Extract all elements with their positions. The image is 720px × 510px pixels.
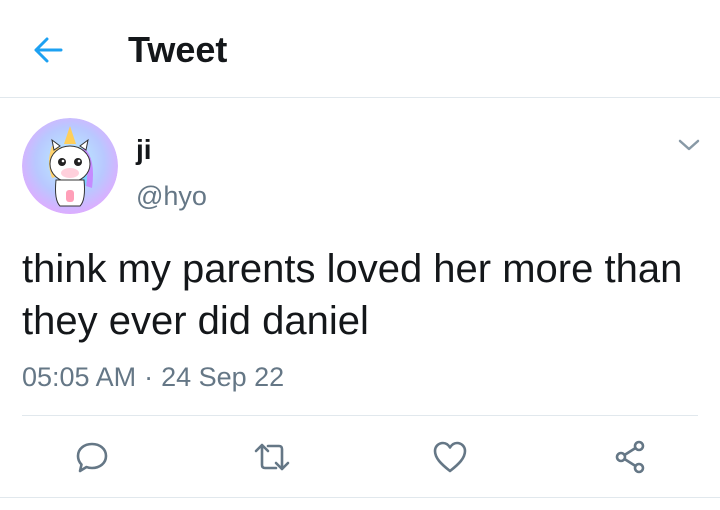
tweet-detail: ji @hyo think my parents loved her more … xyxy=(0,99,720,510)
arrow-left-icon xyxy=(34,37,63,63)
chevron-down-icon xyxy=(678,139,700,151)
meta-separator: · xyxy=(144,362,154,392)
tweet-actions xyxy=(0,433,720,481)
page-title: Tweet xyxy=(128,29,228,70)
tweet-text: think my parents loved her more than the… xyxy=(22,247,683,343)
avatar[interactable] xyxy=(22,118,118,214)
like-button[interactable] xyxy=(426,433,474,481)
retweet-icon xyxy=(254,443,290,471)
tweet-date: 24 Sep 22 xyxy=(161,362,285,392)
tweet-time: 05:05 AM xyxy=(22,362,137,392)
reply-icon xyxy=(76,442,108,473)
reply-button[interactable] xyxy=(68,433,116,481)
share-icon xyxy=(615,440,645,474)
author-handle[interactable]: @hyo xyxy=(136,181,207,211)
tweet-timestamp: 05:05 AM · 24 Sep 22 xyxy=(22,361,284,393)
unicorn-avatar-image xyxy=(22,118,118,214)
app-header: Tweet xyxy=(0,0,720,98)
bottom-divider xyxy=(0,497,720,498)
heart-icon xyxy=(433,441,467,473)
more-options-button[interactable] xyxy=(674,133,704,157)
share-button[interactable] xyxy=(606,433,654,481)
retweet-button[interactable] xyxy=(248,433,296,481)
divider xyxy=(22,415,698,416)
author-name[interactable]: ji xyxy=(136,135,152,165)
back-button[interactable] xyxy=(28,30,68,70)
